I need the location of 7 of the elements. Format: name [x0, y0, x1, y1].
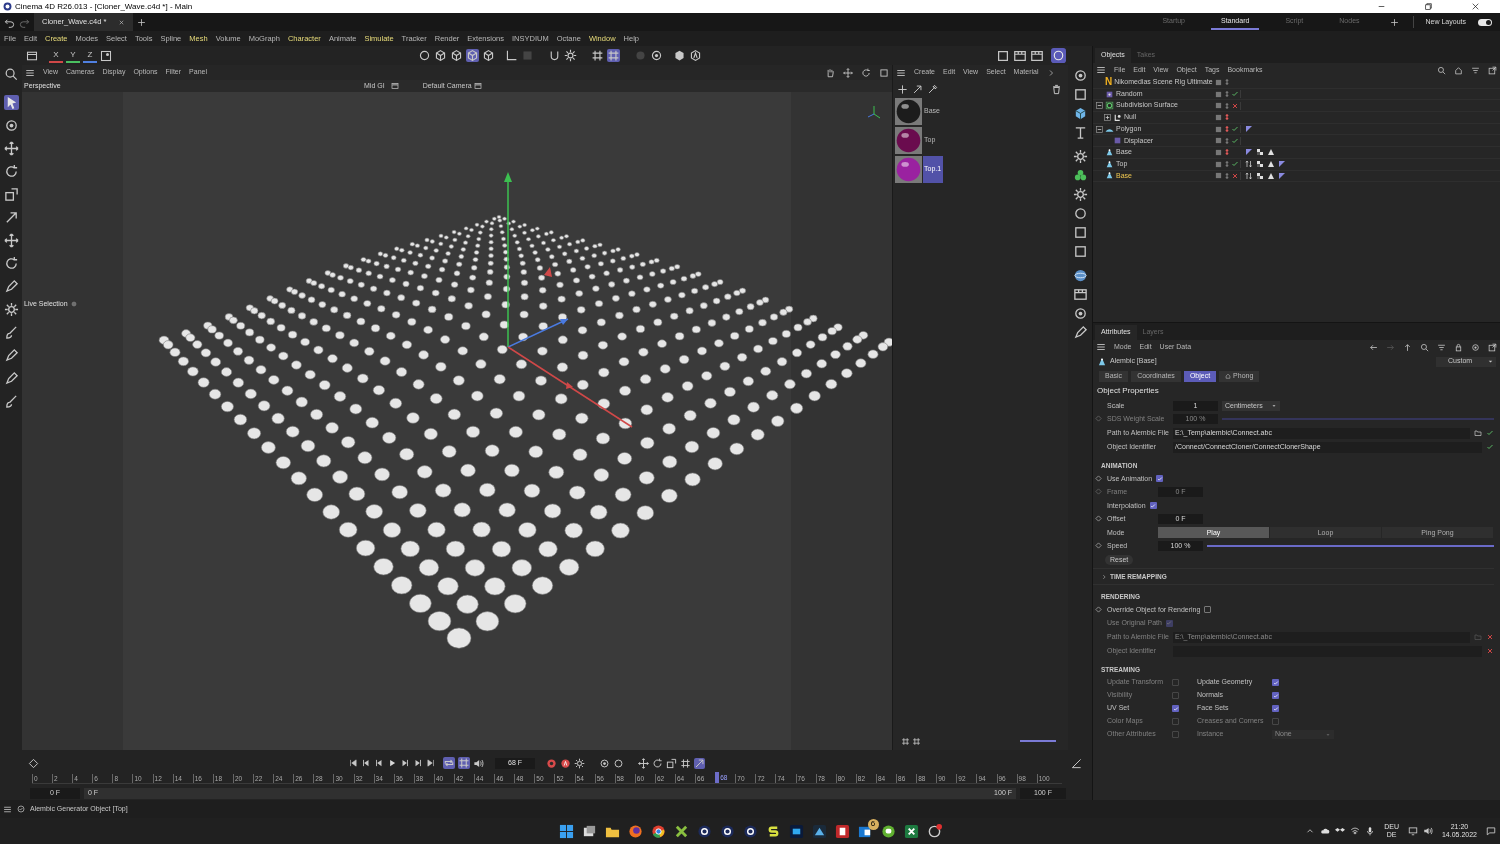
window-title: Cinema 4D R26.013 - [Cloner_Wave.c4d *] - Main — [15, 0, 194, 13]
axis-lock-button[interactable]: Y — [66, 48, 80, 63]
axis-lock-button[interactable]: Z — [83, 48, 97, 63]
logo-letter: N — [1105, 77, 1113, 88]
axis-lock-button[interactable]: X — [49, 48, 63, 63]
section-heading: Object Properties — [1096, 385, 1160, 397]
notification-badge: 6 — [867, 818, 879, 830]
